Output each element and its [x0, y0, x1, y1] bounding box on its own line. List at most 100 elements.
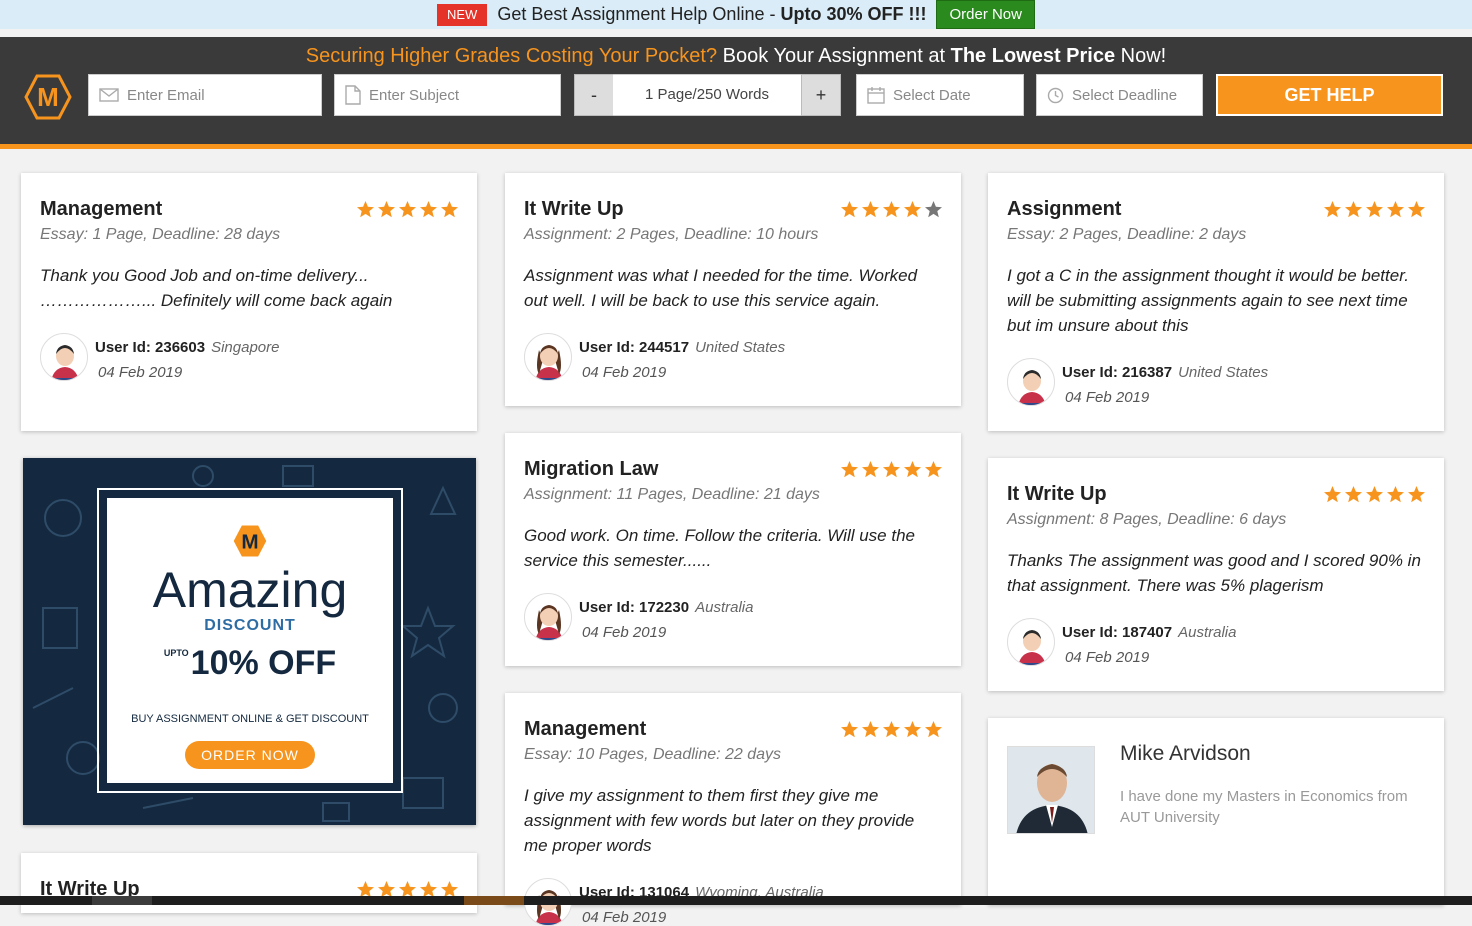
expert-name: Mike Arvidson	[1120, 742, 1251, 765]
user-country: Australia	[1178, 624, 1237, 641]
subject-field[interactable]: Enter Subject	[334, 74, 561, 116]
get-help-button[interactable]: GET HELP	[1216, 74, 1443, 116]
review-meta: Assignment: 8 Pages, Deadline: 6 days	[1007, 511, 1287, 528]
star-filled-icon	[904, 201, 921, 218]
deadline-field[interactable]: Select Deadline	[1036, 74, 1203, 116]
star-filled-icon	[1345, 201, 1362, 218]
header-tagline: Securing Higher Grades Costing Your Pock…	[305, 45, 1167, 67]
user-country: United States	[1178, 364, 1269, 381]
rating-stars	[356, 200, 459, 219]
user-id: 236603	[155, 339, 206, 356]
calendar-icon	[867, 87, 885, 104]
review-card: It Write Up Assignment: 2 Pages, Deadlin…	[505, 173, 961, 406]
star-filled-icon	[399, 201, 416, 218]
star-empty-icon	[925, 201, 942, 218]
clock-icon	[1047, 87, 1064, 103]
review-text: I give my assignment to them first they …	[524, 786, 915, 855]
review-date: 04 Feb 2019	[582, 909, 667, 926]
review-text: Assignment was what I needed for the tim…	[524, 266, 918, 310]
star-filled-icon	[904, 461, 921, 478]
user-id: 172230	[639, 599, 690, 616]
review-meta: Assignment: 11 Pages, Deadline: 21 days	[524, 486, 820, 503]
star-filled-icon	[925, 721, 942, 738]
expert-photo	[1007, 746, 1095, 834]
order-now-button[interactable]: Order Now	[936, 0, 1035, 29]
document-icon	[345, 85, 361, 105]
star-filled-icon	[862, 461, 879, 478]
avatar	[40, 333, 88, 381]
date-field[interactable]: Select Date	[856, 74, 1024, 116]
rating-stars	[1323, 485, 1426, 504]
user-avatar-icon	[1018, 630, 1046, 665]
user-avatar-icon	[535, 605, 563, 640]
star-filled-icon	[841, 461, 858, 478]
bottom-scroll-strip	[0, 896, 1472, 905]
review-card: Management Essay: 1 Page, Deadline: 28 d…	[21, 173, 477, 431]
review-text: Good work. On time. Follow the criteria.…	[524, 526, 915, 570]
review-meta: Essay: 10 Pages, Deadline: 22 days	[524, 746, 782, 763]
ad-tagline: BUY ASSIGNMENT ONLINE & GET DISCOUNT	[131, 713, 369, 725]
star-filled-icon	[862, 201, 879, 218]
star-filled-icon	[841, 201, 858, 218]
user-id: 216387	[1122, 364, 1173, 381]
rating-stars	[1323, 200, 1426, 219]
avatar	[524, 333, 572, 381]
promo-text: Get Best Assignment Help Online - Upto 3…	[497, 4, 927, 24]
user-country: United States	[695, 339, 786, 356]
star-filled-icon	[841, 721, 858, 738]
review-card: Migration Law Assignment: 11 Pages, Dead…	[505, 433, 961, 666]
star-filled-icon	[1408, 486, 1425, 503]
star-filled-icon	[883, 201, 900, 218]
star-filled-icon	[1387, 486, 1404, 503]
pages-value: 1 Page/250 Words	[613, 74, 801, 116]
star-filled-icon	[378, 201, 395, 218]
star-filled-icon	[441, 201, 458, 218]
avatar	[1007, 618, 1055, 666]
pages-plus-button[interactable]: +	[801, 74, 841, 116]
review-user: User Id: 244517 United States 04 Feb 2019	[524, 333, 942, 381]
review-user: User Id: 216387 United States 04 Feb 2019	[1007, 358, 1425, 406]
pages-minus-button[interactable]: -	[574, 74, 614, 116]
user-id: 244517	[639, 339, 690, 356]
review-text: Thanks The assignment was good and I sco…	[1007, 551, 1421, 595]
ad-headline: Amazing	[152, 562, 348, 618]
star-filled-icon	[1324, 486, 1341, 503]
user-avatar-icon	[1018, 370, 1046, 405]
star-filled-icon	[883, 721, 900, 738]
review-user: User Id: 236603 Singapore 04 Feb 2019	[40, 333, 458, 381]
svg-text:M: M	[241, 530, 258, 553]
envelope-icon	[99, 88, 119, 102]
review-date: 04 Feb 2019	[582, 624, 667, 641]
review-date: 04 Feb 2019	[1065, 389, 1150, 406]
discount-ad-banner[interactable]: M Amazing DISCOUNT UPTO10% OFF BUY ASSIG…	[23, 458, 476, 825]
star-filled-icon	[1324, 201, 1341, 218]
email-field[interactable]: Enter Email	[88, 74, 322, 116]
review-text: Thank you Good Job and on-time delivery.…	[40, 266, 393, 310]
avatar	[1007, 358, 1055, 406]
review-date: 04 Feb 2019	[1065, 649, 1150, 666]
rating-stars	[840, 460, 943, 479]
avatar	[524, 593, 572, 641]
star-filled-icon	[357, 201, 374, 218]
star-filled-icon	[420, 201, 437, 218]
expert-profile-card: Mike Arvidson I have done my Masters in …	[988, 718, 1444, 905]
review-user: User Id: 187407 Australia 04 Feb 2019	[1007, 618, 1425, 666]
ad-order-now-button[interactable]: ORDER NOW	[185, 741, 315, 769]
brand-logo-icon[interactable]: M	[24, 74, 72, 120]
star-filled-icon	[1345, 486, 1362, 503]
user-avatar-icon	[51, 345, 79, 380]
review-date: 04 Feb 2019	[98, 364, 183, 381]
star-filled-icon	[904, 721, 921, 738]
order-header: Securing Higher Grades Costing Your Pock…	[0, 37, 1472, 149]
brand-logo-icon: M	[233, 525, 267, 557]
review-text: I got a C in the assignment thought it w…	[1007, 266, 1409, 335]
star-filled-icon	[925, 461, 942, 478]
ad-discount-label: DISCOUNT	[204, 617, 296, 634]
user-avatar-icon	[535, 345, 563, 380]
ad-offer: UPTO10% OFF	[163, 644, 337, 682]
user-country: Singapore	[211, 339, 280, 356]
rating-stars	[840, 720, 943, 739]
star-filled-icon	[1366, 486, 1383, 503]
review-meta: Assignment: 2 Pages, Deadline: 10 hours	[524, 226, 819, 243]
review-card: Assignment Essay: 2 Pages, Deadline: 2 d…	[988, 173, 1444, 431]
